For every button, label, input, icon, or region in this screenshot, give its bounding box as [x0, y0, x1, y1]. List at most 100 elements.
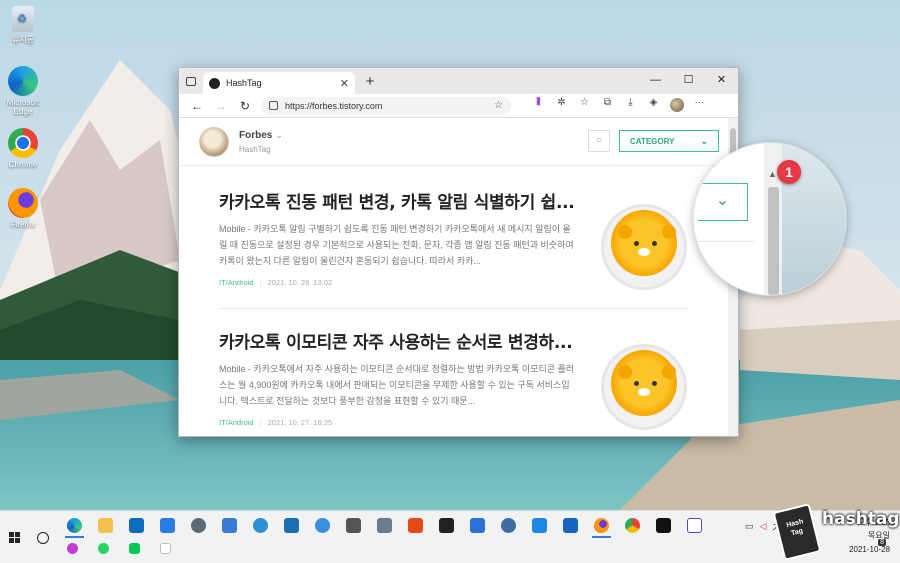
post-excerpt: Mobile - 카카오톡 알림 구별하기 쉽도록 진동 패턴 변경하기 카카오… — [219, 224, 574, 266]
add-favorite-icon[interactable]: ☆ — [494, 100, 503, 111]
minimize-button[interactable]: — — [639, 68, 672, 94]
photos-icon[interactable] — [532, 518, 547, 533]
refresh-button[interactable]: ↻ — [233, 99, 257, 113]
category-button[interactable]: CATEGORY ⌄ — [619, 130, 719, 152]
desktop-icon-label: Chrome — [8, 160, 38, 169]
browser-tab[interactable]: HashTag ✕ — [203, 72, 355, 94]
window-controls: — ☐ ✕ — [639, 68, 738, 94]
back-button[interactable]: ← — [185, 99, 209, 113]
desktop-icon-label: 휴지통 — [11, 35, 35, 44]
edge-icon — [8, 66, 38, 96]
category-button-zoomed: ⌄ — [698, 183, 748, 221]
maximize-button[interactable]: ☐ — [672, 68, 705, 94]
watermark-text: hashtag — [822, 509, 900, 529]
edge-taskbar-icon[interactable] — [65, 518, 84, 538]
chat-icon[interactable]: ▭ — [745, 521, 754, 534]
post-item[interactable]: 카카오톡 진동 패턴 변경, 카톡 알림 식별하기 쉽... Mobile - … — [219, 188, 689, 290]
header-divider-zoomed — [694, 241, 754, 242]
solitaire-icon[interactable] — [439, 518, 454, 533]
picsart-icon[interactable] — [67, 543, 78, 554]
post-item[interactable]: 카카오톡 이모티콘 자주 사용하는 순서로 변경하... Mobile - 카카… — [219, 328, 689, 430]
start-button[interactable] — [8, 531, 20, 543]
notepad-icon[interactable] — [222, 518, 237, 533]
scroll-up-arrow-icon: ▲ — [768, 169, 777, 179]
scrollbar-thumb-zoomed — [768, 187, 779, 295]
mail-icon[interactable] — [160, 518, 175, 533]
forward-button[interactable]: → — [209, 99, 233, 113]
blog-avatar[interactable] — [199, 126, 229, 157]
desktop-icon-label: Microsoft Edge — [6, 98, 40, 116]
tab-actions-icon[interactable] — [179, 68, 203, 94]
close-button[interactable]: ✕ — [705, 68, 738, 94]
post-thumbnail[interactable] — [601, 344, 687, 430]
new-tab-button[interactable]: + — [359, 73, 381, 90]
whatsapp-icon[interactable] — [98, 543, 109, 554]
profile-avatar[interactable] — [665, 97, 688, 115]
store-icon[interactable] — [129, 518, 144, 533]
post-title[interactable]: 카카오톡 진동 패턴 변경, 카톡 알림 식별하기 쉽... — [219, 188, 579, 213]
office-icon[interactable] — [408, 518, 423, 533]
line-icon[interactable] — [129, 543, 140, 554]
post-excerpt: Mobile - 카카오톡에서 자주 사용하는 이모티콘 순서대로 정렬하는 방… — [219, 364, 575, 406]
downloads-icon[interactable]: ⤓ — [619, 97, 642, 115]
post-title[interactable]: 카카오톡 이모티콘 자주 사용하는 순서로 변경하... — [219, 328, 579, 353]
search-icon: ○ — [595, 135, 603, 146]
desktop-icon-firefox[interactable]: Firefox — [0, 188, 46, 229]
tray-date: 2021-10-28 — [849, 545, 890, 554]
zoom-callout: ⌄ ▲ — [694, 143, 846, 295]
calculator-icon[interactable] — [377, 518, 392, 533]
clock-icon[interactable] — [346, 518, 361, 533]
file-explorer-icon[interactable] — [98, 518, 113, 533]
step-badge: 1 — [777, 160, 801, 184]
extension-icon[interactable]: ⦀ — [527, 97, 550, 115]
more-menu-icon[interactable]: ··· — [688, 97, 711, 115]
post-category[interactable]: IT/Android — [219, 278, 254, 287]
location-icon[interactable] — [315, 518, 330, 533]
desktop-icon-recycle-bin[interactable]: ♻ 휴지통 — [0, 6, 46, 45]
collections-icon[interactable]: ⧉ — [596, 97, 619, 115]
address-url: https://forbes.tistory.com — [285, 100, 383, 111]
calendar-icon[interactable] — [563, 518, 578, 533]
media-player-icon[interactable] — [284, 518, 299, 533]
toolbar-extensions: ⦀ ✲ ☆ ⧉ ⤓ ◈ ··· — [527, 97, 711, 115]
desktop-icon-edge[interactable]: Microsoft Edge — [0, 66, 46, 116]
post-date: 2021. 10. 28. 13:02 — [267, 278, 333, 287]
gear-icon[interactable] — [501, 518, 516, 533]
chevron-down-icon: ⌄ — [275, 129, 283, 140]
desktop-icon-label: Firefox — [10, 220, 36, 229]
todo-icon[interactable] — [470, 518, 485, 533]
code-icon[interactable] — [687, 518, 702, 533]
category-label: CATEGORY — [630, 136, 675, 146]
browser-essentials-icon[interactable]: ◈ — [642, 97, 665, 115]
notification-count[interactable]: 8 — [878, 539, 886, 546]
terminal-icon[interactable] — [656, 518, 671, 533]
settings-sparkle-icon[interactable] — [191, 518, 206, 533]
chrome-taskbar-icon[interactable] — [625, 518, 640, 533]
blog-header: Forbes ⌄ HashTag ○ CATEGORY ⌄ — [179, 118, 728, 166]
recycle-bin-icon: ♻ — [12, 6, 34, 32]
puzzle-extensions-icon[interactable]: ✲ — [550, 97, 573, 115]
desktop-icon-chrome[interactable]: Chrome — [0, 128, 46, 169]
post-divider — [219, 308, 689, 309]
favorites-icon[interactable]: ☆ — [573, 97, 596, 115]
chevron-down-icon: ⌄ — [700, 135, 708, 146]
address-bar[interactable]: https://forbes.tistory.com ☆ — [261, 96, 511, 115]
tab-close-icon[interactable]: ✕ — [340, 77, 349, 90]
blog-subtitle: HashTag — [239, 144, 271, 154]
wikipedia-icon[interactable] — [160, 543, 171, 554]
browser-window: HashTag ✕ + — ☐ ✕ ← → ↻ https://forbes.t… — [178, 67, 739, 437]
speaker-icon[interactable]: ◁ — [760, 521, 767, 534]
site-favicon-icon — [209, 77, 220, 89]
firefox-taskbar-icon[interactable] — [592, 518, 611, 538]
search-circle-icon[interactable] — [37, 532, 49, 544]
search-button[interactable]: ○ — [588, 130, 610, 152]
post-thumbnail[interactable] — [601, 204, 687, 290]
post-category[interactable]: IT/Android — [219, 418, 254, 427]
blog-name: Forbes — [239, 129, 273, 141]
post-date: 2021. 10. 27. 16:25 — [267, 418, 333, 427]
blog-title-group[interactable]: Forbes ⌄ HashTag — [239, 130, 283, 154]
tab-title: HashTag — [226, 78, 262, 88]
globe-icon[interactable] — [253, 518, 268, 533]
browser-toolbar: ← → ↻ https://forbes.tistory.com ☆ ⦀ ✲ ☆… — [179, 94, 738, 118]
web-page: Forbes ⌄ HashTag ○ CATEGORY ⌄ 카카오톡 진동 패턴 … — [179, 118, 728, 436]
